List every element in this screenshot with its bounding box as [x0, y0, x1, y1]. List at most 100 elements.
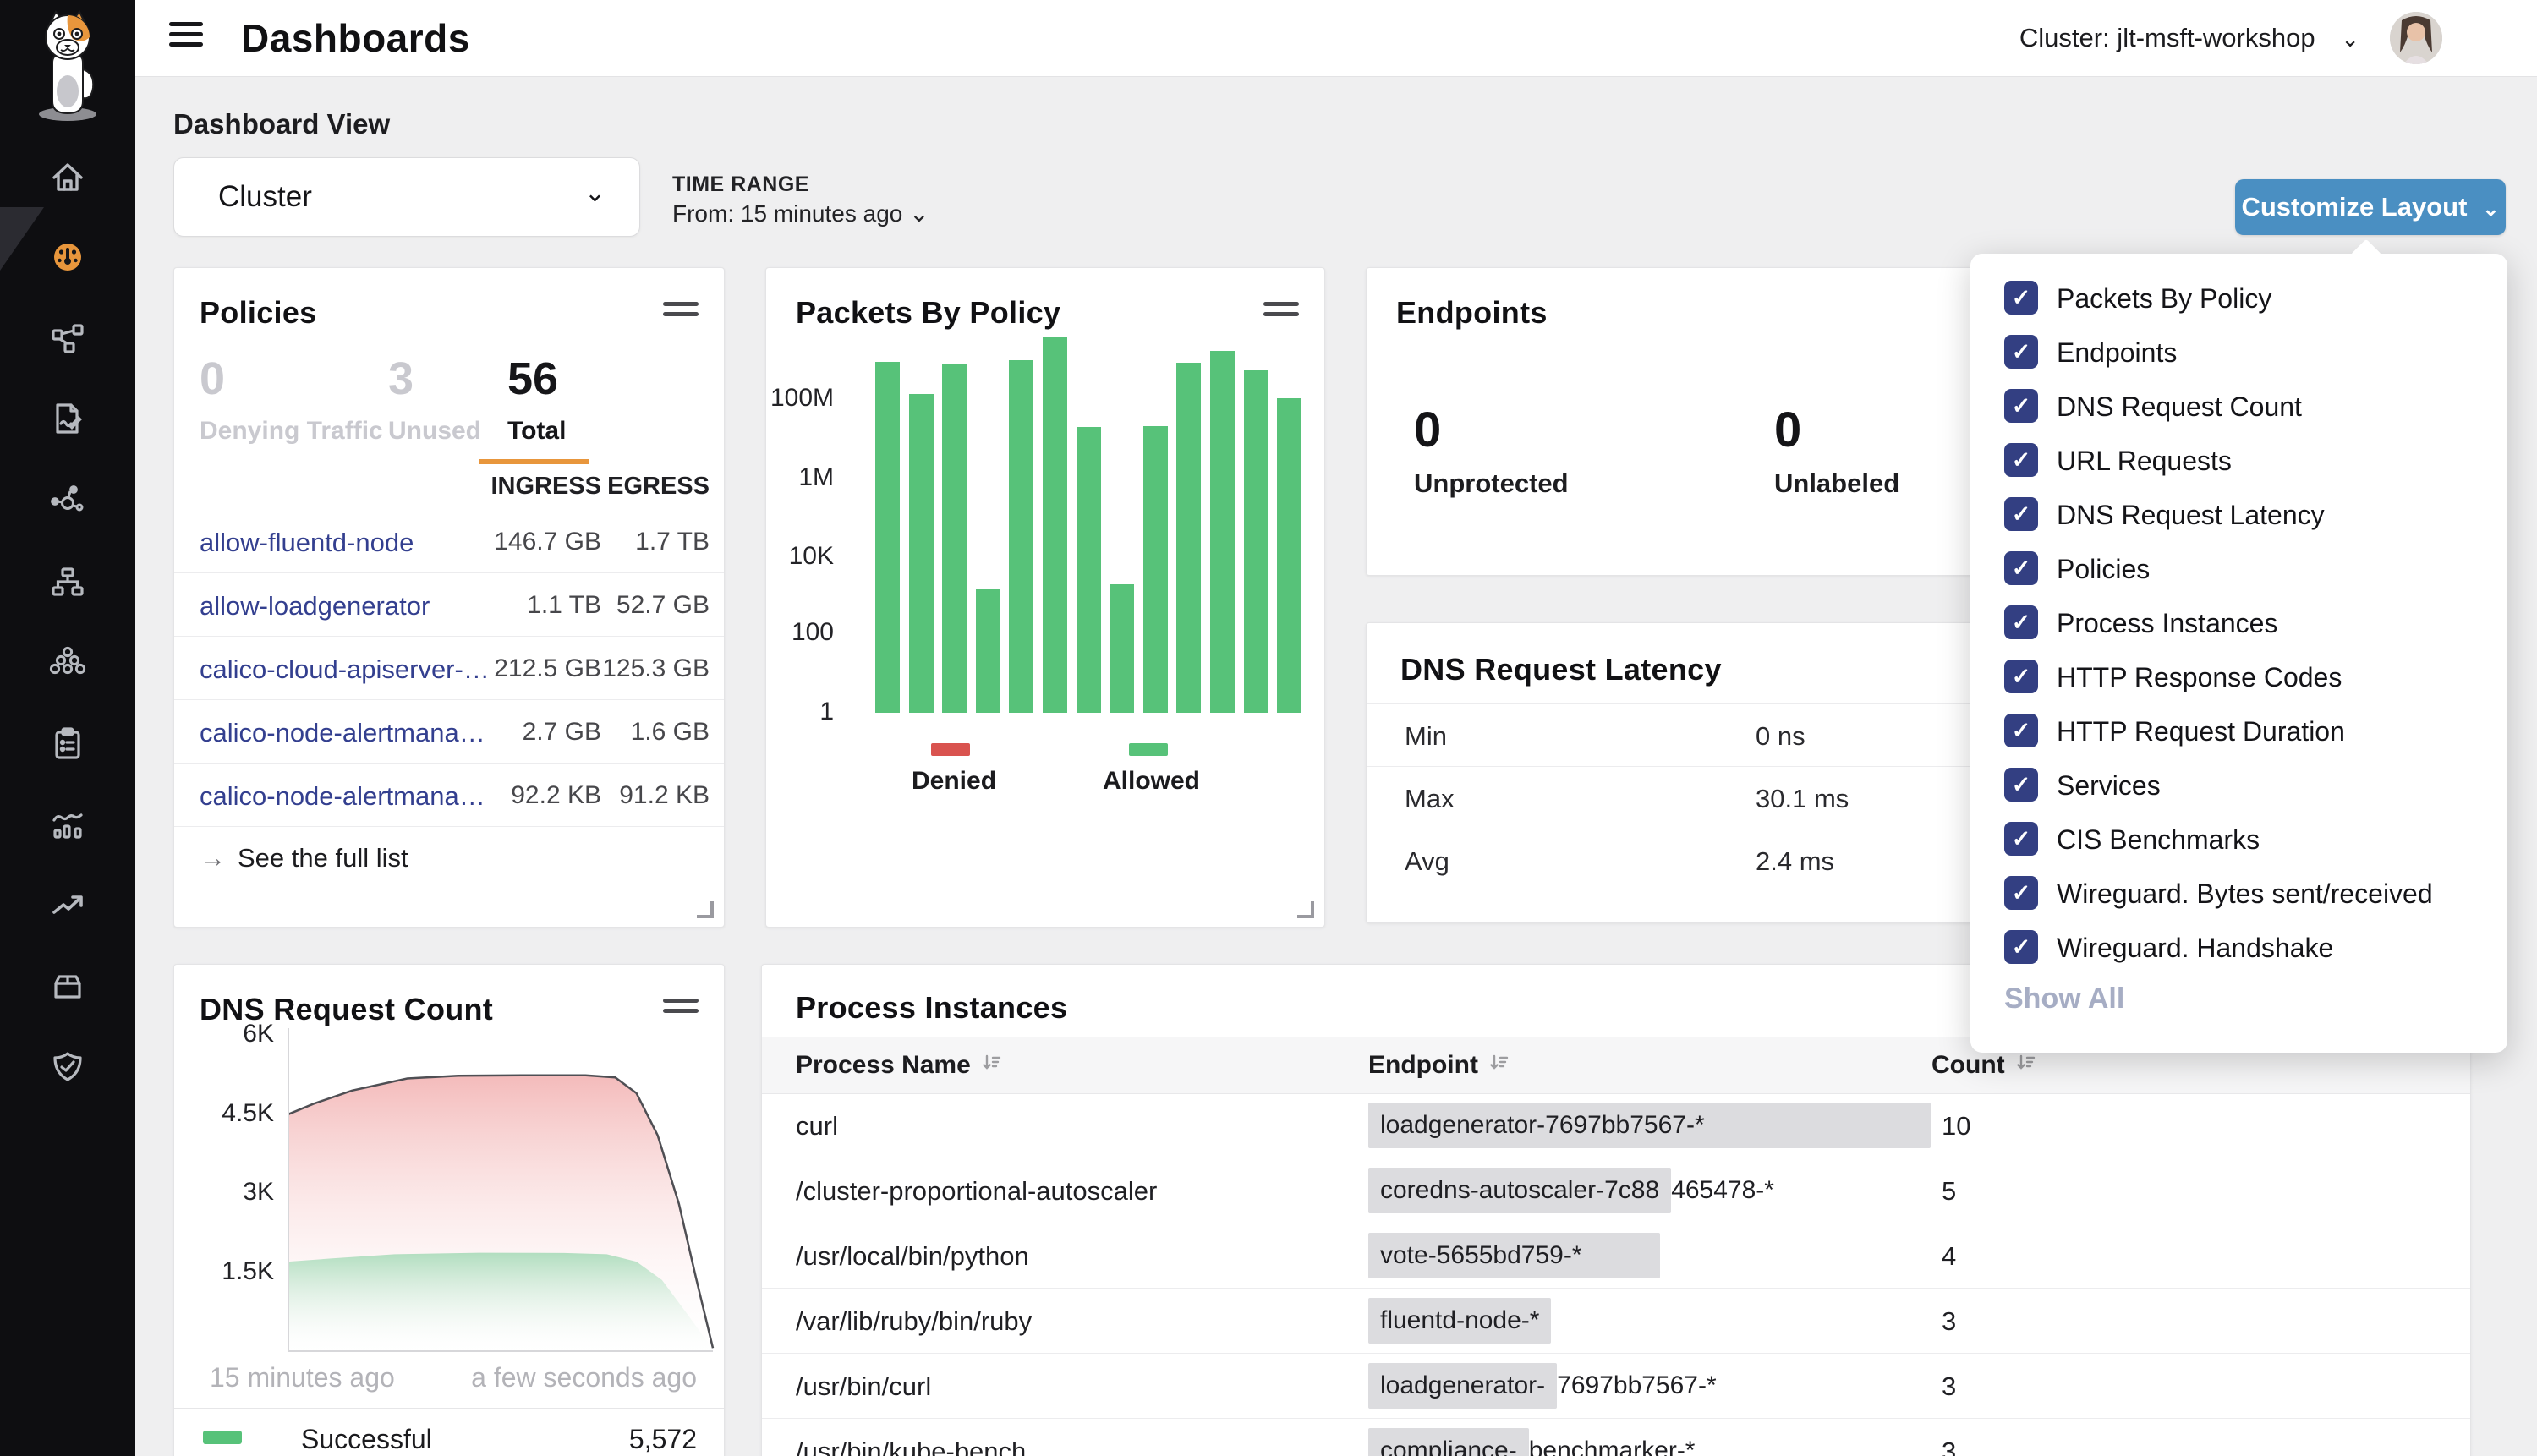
policies-stat-total[interactable]: 56 Total: [507, 353, 566, 446]
checkbox-checked-icon[interactable]: ✓: [2004, 605, 2038, 639]
policy-ingress-value: 2.7 GB: [523, 718, 601, 747]
calico-cat-logo[interactable]: [17, 10, 118, 122]
process-name: /usr/bin/curl: [796, 1371, 931, 1402]
policy-egress-value: 1.7 TB: [635, 528, 710, 556]
process-row: /cluster-proportional-autoscalercoredns-…: [762, 1158, 2470, 1223]
checkbox-checked-icon[interactable]: ✓: [2004, 335, 2038, 369]
checkbox-checked-icon[interactable]: ✓: [2004, 281, 2038, 315]
sidebar-item-service-graph[interactable]: [47, 481, 88, 522]
sidebar-item-threat-trend[interactable]: [47, 885, 88, 926]
sidebar-item-dashboards-active[interactable]: [47, 237, 88, 277]
endpoint-highlight: fluentd-node-*: [1368, 1298, 1551, 1344]
sort-icon: [1488, 1051, 1509, 1080]
home-icon: [47, 157, 88, 198]
checkbox-checked-icon[interactable]: ✓: [2004, 822, 2038, 856]
policies-stat-unused[interactable]: 3 Unused: [388, 353, 481, 446]
sidebar-item-compliance[interactable]: [47, 724, 88, 764]
menu-hamburger-icon[interactable]: [169, 22, 203, 52]
see-full-list-link[interactable]: →See the full list: [200, 843, 408, 873]
cluster-selector[interactable]: Cluster: jlt-msft-workshop ⌄: [2019, 23, 2359, 53]
checkbox-checked-icon[interactable]: ✓: [2004, 660, 2038, 693]
topbar: Dashboards Cluster: jlt-msft-workshop ⌄: [135, 0, 2537, 77]
sidebar-item-network-sets[interactable]: [47, 318, 88, 359]
ingress-column-header: INGRESS: [490, 473, 601, 501]
endpoint-rest: benchmarker-*: [1529, 1428, 1696, 1456]
policy-name-link[interactable]: calico-cloud-apiserver-…: [200, 654, 490, 685]
allowed-bar: [1043, 337, 1067, 713]
policy-egress-value: 91.2 KB: [619, 781, 710, 810]
drag-handle-icon[interactable]: [663, 302, 699, 320]
time-range-value[interactable]: From: 15 minutes ago ⌄: [672, 200, 929, 227]
endpoint-rest: 7697bb7567-*: [1557, 1363, 1717, 1408]
sort-count[interactable]: Count: [1932, 1051, 2036, 1080]
flow-logs-stats-icon: [47, 805, 88, 846]
policy-name-link[interactable]: allow-fluentd-node: [200, 528, 414, 558]
endpoints-stat-unlabeled: 0 Unlabeled: [1774, 402, 1899, 499]
layout-menu-item-label: CIS Benchmarks: [2057, 824, 2260, 856]
compliance-clipboard-icon: [47, 724, 88, 764]
denied-legend-swatch[interactable]: [931, 743, 970, 756]
policy-row: calico-node-alertmana…92.2 KB91.2 KB: [174, 763, 724, 827]
endpoint-highlight: compliance-: [1368, 1428, 1529, 1456]
network-sets-icon: [47, 318, 88, 359]
policy-row: calico-cloud-apiserver-…212.5 GB125.3 GB: [174, 636, 724, 700]
allowed-legend-label[interactable]: Allowed: [1103, 767, 1200, 796]
sidebar-item-policy-editor[interactable]: [47, 398, 88, 439]
layout-menu-item-label: URL Requests: [2057, 446, 2232, 477]
checkbox-checked-icon[interactable]: ✓: [2004, 443, 2038, 477]
checkbox-checked-icon[interactable]: ✓: [2004, 768, 2038, 802]
checkbox-checked-icon[interactable]: ✓: [2004, 497, 2038, 531]
time-range-label: TIME RANGE: [672, 172, 809, 197]
checkbox-checked-icon[interactable]: ✓: [2004, 876, 2038, 910]
policy-name-link[interactable]: calico-node-alertmana…: [200, 718, 485, 748]
process-count: 5: [1942, 1176, 1956, 1207]
sidebar-item-network-topology[interactable]: [47, 562, 88, 603]
allowed-bar: [1110, 584, 1134, 713]
sort-icon: [2015, 1051, 2036, 1080]
successful-legend-label: Successful: [301, 1424, 432, 1455]
policy-name-link[interactable]: allow-loadgenerator: [200, 591, 430, 621]
sidebar-item-namespaces[interactable]: [47, 643, 88, 683]
show-all-link[interactable]: Show All: [2004, 983, 2124, 1015]
latency-metric-label: Avg: [1405, 846, 1449, 877]
successful-legend-swatch: [203, 1431, 242, 1444]
layout-menu-item-label: Packets By Policy: [2057, 283, 2271, 315]
dashboards-gauge-icon: [47, 237, 88, 277]
network-topology-icon: [47, 562, 88, 603]
y-axis-tick: 10K: [766, 542, 834, 571]
checkbox-checked-icon[interactable]: ✓: [2004, 389, 2038, 423]
sort-endpoint[interactable]: Endpoint: [1368, 1051, 1509, 1080]
shield-check-icon: [47, 1048, 88, 1088]
policies-stat-denying[interactable]: 0 Denying Traffic: [200, 353, 383, 446]
endpoints-stat-unprotected: 0 Unprotected: [1414, 402, 1569, 499]
sidebar-fold-decoration: [0, 207, 44, 271]
denied-legend-label[interactable]: Denied: [912, 767, 996, 796]
checkbox-checked-icon[interactable]: ✓: [2004, 714, 2038, 747]
sidebar-item-packages[interactable]: [47, 966, 88, 1007]
layout-menu-item-label: Process Instances: [2057, 608, 2277, 639]
packets-bar-chart: 100M1M10K1001: [766, 268, 1324, 742]
layout-menu-item-label: DNS Request Count: [2057, 391, 2302, 423]
policy-egress-value: 52.7 GB: [616, 591, 710, 620]
process-row: /usr/bin/curlloadgenerator-7697bb7567-*3: [762, 1353, 2470, 1419]
sidebar-item-security[interactable]: [47, 1048, 88, 1088]
latency-metric-value: 30.1 ms: [1756, 784, 1849, 814]
successful-legend-value: 5,572: [629, 1424, 697, 1455]
layout-menu-item-label: Endpoints: [2057, 337, 2177, 369]
resize-handle[interactable]: [1297, 901, 1314, 918]
checkbox-checked-icon[interactable]: ✓: [2004, 930, 2038, 964]
customize-layout-button[interactable]: Customize Layout⌄: [2235, 179, 2506, 235]
sidebar-item-home[interactable]: [47, 157, 88, 198]
user-avatar[interactable]: [2390, 12, 2442, 64]
checkbox-checked-icon[interactable]: ✓: [2004, 551, 2038, 585]
resize-handle[interactable]: [697, 901, 714, 918]
package-box-icon: [47, 966, 88, 1007]
dashboard-view-select[interactable]: Cluster ⌄: [173, 157, 640, 237]
sort-process-name[interactable]: Process Name: [796, 1051, 1001, 1080]
policy-name-link[interactable]: calico-node-alertmana…: [200, 781, 485, 812]
allowed-legend-swatch[interactable]: [1129, 743, 1168, 756]
service-graph-icon: [47, 481, 88, 522]
chevron-down-icon: ⌄: [584, 178, 605, 208]
allowed-bar: [1210, 351, 1235, 713]
sidebar-item-flow-logs[interactable]: [47, 805, 88, 846]
